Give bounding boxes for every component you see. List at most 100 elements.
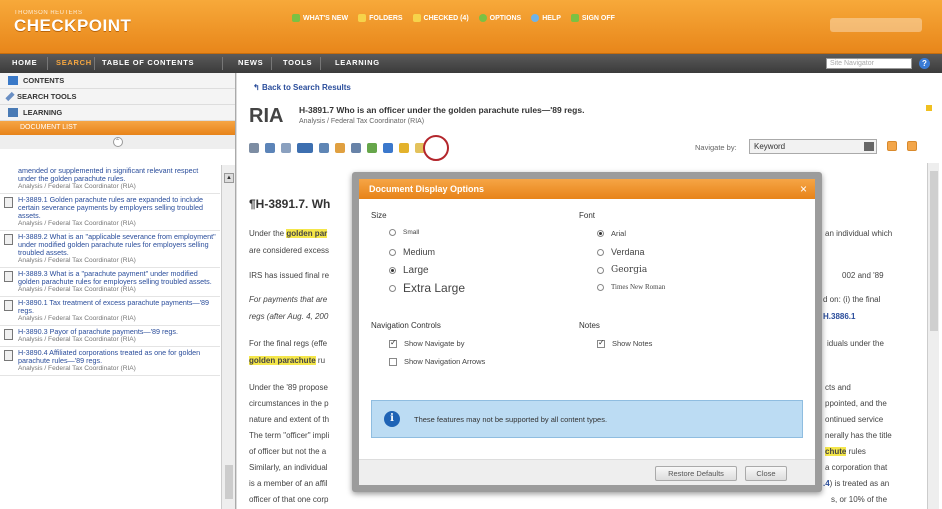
info-message: i These features may not be supported by…: [371, 400, 803, 438]
nav-divider: [222, 57, 223, 70]
doc-source: Analysis / Federal Tax Coordinator (RIA): [18, 365, 136, 372]
list-item[interactable]: H-3890.1 Tax treatment of excess parachu…: [0, 297, 220, 326]
copy-icon[interactable]: [319, 143, 329, 153]
body-text: s, or 10% of the: [831, 495, 888, 504]
radio-button[interactable]: [389, 284, 396, 292]
radio-button[interactable]: [597, 266, 604, 274]
radio-button[interactable]: [389, 229, 396, 236]
show-navigate-by-option[interactable]: Show Navigate by: [389, 338, 464, 348]
close-icon[interactable]: ×: [800, 182, 807, 196]
list-item[interactable]: H-3890.4 Affiliated corporations treated…: [0, 347, 220, 376]
print-icon[interactable]: [249, 143, 259, 153]
radio-button[interactable]: [597, 283, 604, 291]
size-small-label: Small: [403, 229, 420, 236]
nav-table-of-contents[interactable]: TABLE OF CONTENTS: [102, 58, 194, 67]
help-button[interactable]: ?: [919, 58, 930, 69]
scroll-up-icon[interactable]: ▲: [224, 173, 234, 183]
doc-title[interactable]: H-3890.4 Affiliated corporations treated…: [18, 349, 216, 365]
cross-reference-link[interactable]: .4: [823, 479, 830, 488]
doc-title[interactable]: H-3890.1 Tax treatment of excess parachu…: [18, 299, 216, 315]
next-arrow-icon[interactable]: [907, 141, 917, 151]
radio-button[interactable]: [597, 248, 604, 256]
list-item[interactable]: amended or supplemented in significant r…: [0, 165, 220, 194]
checkbox-checked[interactable]: [389, 338, 397, 348]
checked-link[interactable]: CHECKED (4): [412, 14, 469, 22]
doc-title[interactable]: H-3889.1 Golden parachute rules are expa…: [18, 196, 216, 220]
sidebar-learning[interactable]: LEARNING: [0, 105, 235, 121]
nav-news[interactable]: NEWS: [238, 58, 263, 67]
body-text: ontinued service: [825, 415, 884, 424]
document-list-header[interactable]: DOCUMENT LIST: [0, 121, 235, 135]
expand-icon[interactable]: [367, 143, 377, 153]
back-to-search-link[interactable]: ↰ Back to Search Results: [253, 83, 351, 92]
body-text: is a member of an affil: [249, 479, 328, 488]
list-item[interactable]: H-3890.3 Payor of parachute payments—'89…: [0, 326, 220, 347]
restore-defaults-button[interactable]: Restore Defaults: [655, 466, 737, 481]
nav-search[interactable]: SEARCH: [56, 58, 92, 67]
font-option-verdana[interactable]: Verdana: [597, 247, 645, 257]
show-navigation-arrows-option[interactable]: Show Navigation Arrows: [389, 357, 485, 366]
nav-learning[interactable]: LEARNING: [335, 58, 380, 67]
cross-reference-link[interactable]: H.3886.1: [823, 312, 855, 321]
layout-dropdown-icon[interactable]: [297, 143, 313, 153]
bookmark-icon[interactable]: [399, 143, 409, 153]
display-options-modal: Document Display Options × Size Small Me…: [352, 172, 822, 492]
body-text: For the final regs (effe: [249, 339, 328, 348]
close-button[interactable]: Close: [745, 466, 787, 481]
save-icon[interactable]: [265, 143, 275, 153]
body-text: Under the golden par: [249, 229, 328, 238]
edit-icon[interactable]: [351, 143, 361, 153]
size-option-small[interactable]: Small: [389, 229, 419, 236]
body-text: 002 and '89: [842, 271, 884, 280]
navigate-by-select[interactable]: Keyword: [749, 139, 877, 154]
font-option-arial[interactable]: Arial: [597, 229, 626, 238]
email-icon[interactable]: [281, 143, 291, 153]
sidebar-search-tools[interactable]: SEARCH TOOLS: [0, 89, 235, 105]
whats-new-link[interactable]: WHAT'S NEW: [292, 14, 348, 22]
list-item[interactable]: H-3889.2 What is an "applicable severanc…: [0, 231, 220, 268]
sidebar-contents[interactable]: CONTENTS: [0, 73, 235, 89]
nav-home[interactable]: HOME: [12, 58, 37, 67]
site-navigator-input[interactable]: Site Navigator: [826, 58, 912, 69]
size-option-extra-large[interactable]: Extra Large: [389, 281, 465, 295]
highlight-circle: [423, 135, 449, 161]
flag-icon[interactable]: [926, 105, 932, 111]
show-notes-option[interactable]: Show Notes: [597, 338, 652, 348]
options-link[interactable]: OPTIONS: [478, 14, 521, 22]
document-scrollbar[interactable]: [927, 163, 939, 509]
nav-divider: [320, 57, 321, 70]
doc-title[interactable]: amended or supplemented in significant r…: [18, 167, 216, 183]
document-icon: [4, 271, 13, 282]
nav-tools[interactable]: TOOLS: [283, 58, 312, 67]
sidebar-contents-label: CONTENTS: [23, 76, 65, 85]
list-item[interactable]: H-3889.1 Golden parachute rules are expa…: [0, 194, 220, 231]
help-link[interactable]: HELP: [531, 14, 561, 22]
folders-link[interactable]: FOLDERS: [358, 14, 403, 22]
sidebar-scrollbar[interactable]: ▲: [221, 165, 235, 509]
checkbox[interactable]: [389, 357, 397, 366]
display-options-icon[interactable]: [383, 143, 393, 153]
font-option-times-new-roman[interactable]: Times New Roman: [597, 283, 665, 291]
keyword-highlight: golden par: [286, 229, 328, 238]
prev-arrow-icon[interactable]: [887, 141, 897, 151]
checkbox-checked[interactable]: [597, 338, 605, 348]
contents-icon: [8, 76, 18, 85]
top-links: WHAT'S NEW FOLDERS CHECKED (4) OPTIONS H…: [292, 14, 615, 22]
folder-icon[interactable]: [335, 143, 345, 153]
sign-off-link[interactable]: SIGN OFF: [570, 14, 615, 22]
radio-button[interactable]: [389, 248, 396, 256]
size-option-large[interactable]: Large: [389, 265, 429, 276]
doc-title[interactable]: H-3889.3 What is a "parachute payment" u…: [18, 270, 216, 286]
brand-logo[interactable]: THOMSON REUTERS CHECKPOINT: [14, 10, 131, 36]
radio-button-selected[interactable]: [389, 267, 396, 274]
scroll-thumb[interactable]: [225, 465, 233, 499]
radio-button-selected[interactable]: [597, 230, 604, 237]
scroll-thumb[interactable]: [930, 171, 938, 331]
doc-title[interactable]: H-3889.2 What is an "applicable severanc…: [18, 233, 216, 257]
collapse-icon[interactable]: ⌃: [112, 137, 123, 147]
size-option-medium[interactable]: Medium: [389, 247, 435, 257]
font-option-georgia[interactable]: Georgia: [597, 265, 647, 275]
body-text: IRS has issued final re: [249, 271, 330, 280]
list-item[interactable]: H-3889.3 What is a "parachute payment" u…: [0, 268, 220, 297]
doc-title[interactable]: H-3890.3 Payor of parachute payments—'89…: [18, 328, 178, 336]
